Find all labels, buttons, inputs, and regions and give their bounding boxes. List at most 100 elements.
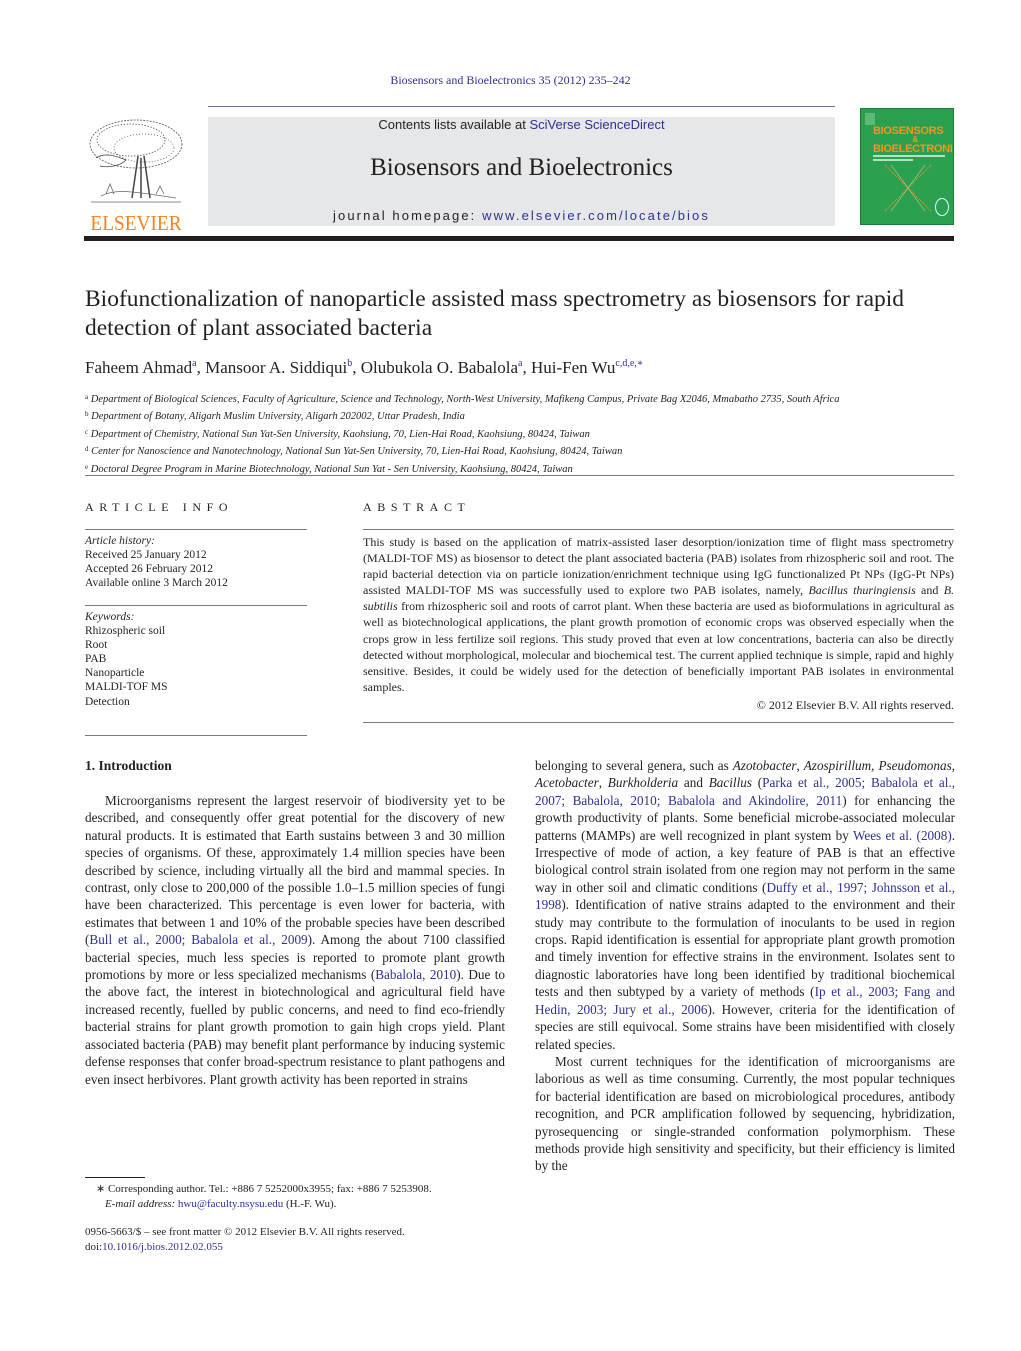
elsevier-wordmark: ELSEVIER: [90, 211, 182, 235]
affiliation-item: a Department of Biological Sciences, Fac…: [85, 390, 840, 407]
affiliation-list: a Department of Biological Sciences, Fac…: [85, 390, 840, 477]
corresponding-author-note: ∗ Corresponding author. Tel.: +886 7 525…: [85, 1182, 505, 1197]
cover-title-line2: BIOELECTRONICS: [873, 143, 953, 155]
author-name[interactable]: Mansoor A. Siddiqui: [205, 358, 347, 377]
affiliation-text: Department of Biological Sciences, Facul…: [90, 394, 840, 405]
genus-name: Acetobacter: [535, 775, 599, 791]
body-text: ). Due to the above fact, the interest i…: [85, 967, 505, 1087]
article-info: ARTICLE INFO Article history: Received 2…: [85, 500, 307, 736]
cover-title: BIOSENSORS & BIOELECTRONICS: [873, 125, 953, 155]
header-rule: [208, 106, 835, 107]
cover-graphic-icon: [884, 164, 932, 212]
genus-name: Azotobacter: [732, 758, 797, 773]
abstract-divider: [363, 529, 954, 530]
genus-name: Bacillus: [708, 775, 752, 791]
email-label: E-mail address:: [105, 1198, 178, 1210]
doi-prefix: doi:: [85, 1241, 103, 1254]
author-name[interactable]: Olubukola O. Babalola: [361, 358, 518, 377]
affiliation-text: Department of Chemistry, National Sun Ya…: [90, 428, 590, 440]
abstract-divider: [363, 721, 954, 723]
author[interactable]: Mansoor A. Siddiquib: [205, 358, 352, 377]
affiliation-label: d: [85, 445, 89, 454]
affiliation-item: c Department of Chemistry, National Sun …: [85, 425, 840, 442]
intro-paragraph: belonging to several genera, such as Azo…: [535, 758, 956, 1052]
affiliation-ref[interactable]: a: [192, 358, 196, 369]
keyword: PAB: [85, 653, 107, 666]
author[interactable]: Faheem Ahmada: [85, 358, 197, 377]
doi-line: doi:10.1016/j.bios.2012.02.055: [85, 1240, 405, 1255]
keyword: MALDI-TOF MS: [85, 681, 168, 694]
journal-title: Biosensors and Bioelectronics: [370, 154, 673, 181]
keywords: Keywords: Rhizospheric soil Root PAB Nan…: [85, 610, 307, 709]
keyword: Nanoparticle: [85, 667, 145, 680]
intro-paragraph: Microorganisms represent the largest res…: [85, 792, 505, 1088]
affiliation-text: Department of Botany, Aligarh Muslim Uni…: [91, 411, 465, 423]
abstract: ABSTRACT This study is based on the appl…: [363, 500, 954, 723]
article-title: Biofunctionalization of nanoparticle ass…: [85, 286, 905, 341]
genus-name: Pseudomonas: [878, 758, 952, 773]
intro-paragraph: Most current techniques for the identifi…: [535, 1053, 955, 1174]
email-suffix: (H.-F. Wu).: [283, 1198, 337, 1210]
intro-column-2: belonging to several genera, such as Azo…: [535, 757, 955, 1175]
journal-cover-thumbnail[interactable]: BIOSENSORS & BIOELECTRONICS: [860, 108, 954, 225]
body-text: Microorganisms represent the largest res…: [85, 793, 505, 948]
abstract-part: from rhizospheric soil and roots of carr…: [363, 599, 954, 694]
footnote-text: Corresponding author. Tel.: +886 7 52520…: [107, 1183, 432, 1195]
email-note: E-mail address: hwu@faculty.nsysu.edu (H…: [85, 1197, 505, 1212]
front-matter: 0956-5663/$ – see front matter © 2012 El…: [85, 1225, 405, 1255]
affiliation-ref[interactable]: c,d,e,∗: [615, 358, 643, 369]
genus-name: Azospirillum: [803, 758, 872, 773]
sciencedirect-link[interactable]: SciVerse ScienceDirect: [529, 117, 664, 132]
journal-banner: Contents lists available at SciVerse Sci…: [208, 117, 835, 226]
header-thick-bar: [84, 236, 954, 241]
email-link[interactable]: hwu@faculty.nsysu.edu: [178, 1198, 283, 1210]
affiliation-item: b Department of Botany, Aligarh Muslim U…: [85, 407, 840, 424]
cover-elsevier-badge: [865, 113, 875, 125]
doi-link[interactable]: 10.1016/j.bios.2012.02.055: [102, 1241, 223, 1253]
body-text: belonging to several genera, such as: [535, 758, 733, 773]
abstract-part: and: [915, 583, 944, 598]
issn-line: 0956-5663/$ – see front matter © 2012 El…: [85, 1226, 405, 1238]
author-name[interactable]: Hui-Fen Wu: [531, 358, 615, 377]
elsevier-logo[interactable]: ELSEVIER: [84, 116, 188, 235]
history-label: Article history:: [85, 535, 155, 547]
affiliation-label: a: [85, 393, 89, 401]
abstract-text: This study is based on the application o…: [363, 534, 954, 695]
keywords-label: Keywords:: [85, 610, 135, 623]
homepage-link[interactable]: www.elsevier.com/locate/bios: [482, 208, 710, 223]
affiliation-ref[interactable]: a: [518, 358, 522, 369]
author-list: Faheem Ahmada, Mansoor A. Siddiquib, Olu…: [85, 358, 644, 377]
affiliation-label: b: [85, 410, 89, 419]
reference-link[interactable]: Babalola, 2010: [375, 967, 456, 982]
journal-citation[interactable]: Biosensors and Bioelectronics 35 (2012) …: [0, 73, 1021, 88]
keyword: Root: [85, 638, 108, 651]
affiliation-label: e: [85, 462, 89, 471]
history-received: Received 25 January 2012: [85, 549, 207, 561]
keyword: Detection: [85, 695, 130, 708]
reference-link[interactable]: Bull et al., 2000; Babalola et al., 2009: [89, 932, 307, 947]
cover-subtitle-line: [873, 155, 945, 157]
cover-emblem: [935, 198, 949, 216]
history-online: Available online 3 March 2012: [85, 577, 228, 590]
footnote-rule: [85, 1177, 145, 1178]
affiliation-label: c: [85, 427, 89, 436]
cover-subtitle-line: [873, 159, 913, 161]
article-history: Article history: Received 25 January 201…: [85, 534, 307, 591]
author[interactable]: Olubukola O. Babalolaa: [361, 358, 523, 377]
affiliation-ref[interactable]: b: [347, 358, 352, 369]
author[interactable]: Hui-Fen Wuc,d,e,∗: [531, 358, 644, 377]
homepage-line: journal homepage: www.elsevier.com/locat…: [208, 208, 835, 223]
author-name[interactable]: Faheem Ahmad: [85, 358, 192, 377]
species-name: Bacillus thuringiensis: [808, 583, 916, 598]
article-info-heading: ARTICLE INFO: [85, 500, 234, 514]
abstract-copyright: © 2012 Elsevier B.V. All rights reserved…: [756, 697, 954, 712]
contents-prefix: Contents lists available at: [378, 117, 530, 132]
history-accepted: Accepted 26 February 2012: [85, 563, 214, 576]
section-divider: [85, 475, 954, 476]
article-info-divider: [85, 529, 307, 530]
footnotes: ∗ Corresponding author. Tel.: +886 7 525…: [85, 1182, 505, 1212]
abstract-heading: ABSTRACT: [363, 500, 471, 514]
contents-line: Contents lists available at SciVerse Sci…: [208, 117, 835, 132]
reference-link[interactable]: Wees et al. (2008): [853, 828, 952, 843]
footnote-marker: ∗: [96, 1183, 106, 1195]
